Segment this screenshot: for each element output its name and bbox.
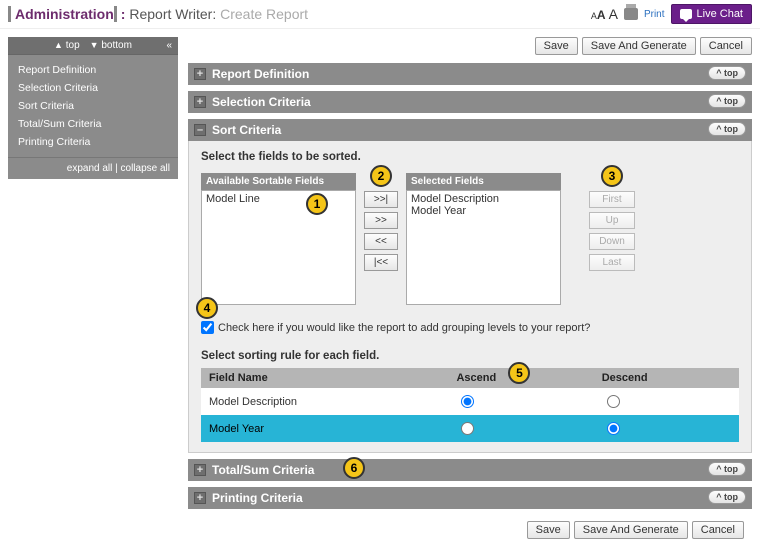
live-chat-button[interactable]: Live Chat [671,4,752,24]
bottom-action-row: Save Save And Generate Cancel [188,515,752,545]
panel-report-definition: + Report Definition ^ top [188,63,752,85]
expand-all-link[interactable]: expand all [67,163,113,174]
sort-rule-table: Field Name Ascend 5 Descend Model Descri… [201,368,739,442]
chat-icon [680,9,692,19]
cell-field-name: Model Year [201,415,448,442]
descend-radio[interactable] [607,395,620,408]
grouping-checkbox[interactable] [201,321,214,334]
save-generate-button[interactable]: Save And Generate [574,521,688,539]
order-last-button[interactable]: Last [589,254,635,271]
panel-title: Report Definition [212,67,309,81]
sort-instruction: Select the fields to be sorted. [201,151,739,163]
sidebar-nav: ▲ top ▼ bottom « Report Definition Selec… [8,37,178,179]
breadcrumb: Administration: Report Writer: Create Re… [8,6,308,22]
list-item[interactable]: Model Line [206,193,351,205]
table-row: Model Year [201,415,739,442]
sidebar-item-total-sum-criteria[interactable]: Total/Sum Criteria [18,115,168,133]
printer-icon[interactable] [624,8,638,20]
top-action-row: Save Save And Generate Cancel [188,37,752,55]
panel-sort-criteria: – Sort Criteria ^ top Select the fields … [188,119,752,453]
move-right-button[interactable]: >> [364,212,398,229]
collapse-sidebar-icon[interactable]: « [166,40,172,51]
move-left-button[interactable]: << [364,233,398,250]
order-up-button[interactable]: Up [589,212,635,229]
sort-rule-heading: Select sorting rule for each field. [201,350,739,362]
panel-total-sum-criteria: + Total/Sum Criteria 6 ^ top [188,459,752,481]
panel-title: Sort Criteria [212,123,281,137]
sidebar-item-sort-criteria[interactable]: Sort Criteria [18,97,168,115]
panel-top-button[interactable]: ^ top [708,66,746,80]
expand-icon[interactable]: + [194,492,206,504]
selected-list-title: Selected Fields [406,173,561,190]
col-ascend: Ascend 5 [448,368,593,388]
tutorial-marker-6: 6 [343,457,365,479]
collapse-icon[interactable]: – [194,124,206,136]
breadcrumb-admin: Administration [8,6,114,22]
available-list-title: Available Sortable Fields [201,173,356,190]
cancel-button[interactable]: Cancel [700,37,752,55]
panel-printing-criteria: + Printing Criteria ^ top [188,487,752,509]
page-header: Administration: Report Writer: Create Re… [0,0,760,29]
move-all-left-button[interactable]: |<< [364,254,398,271]
sidebar-item-report-definition[interactable]: Report Definition [18,61,168,79]
cancel-button[interactable]: Cancel [692,521,744,539]
panel-title: Printing Criteria [212,491,303,505]
panel-title: Selection Criteria [212,95,311,109]
save-button[interactable]: Save [527,521,570,539]
save-generate-button[interactable]: Save And Generate [582,37,696,55]
panel-top-button[interactable]: ^ top [708,490,746,504]
expand-icon[interactable]: + [194,96,206,108]
cell-field-name: Model Description [201,388,448,415]
tutorial-marker-3: 3 [601,165,623,187]
live-chat-label: Live Chat [697,8,743,20]
move-all-right-button[interactable]: >>| [364,191,398,208]
save-button[interactable]: Save [535,37,578,55]
sidebar-top-bar: ▲ top ▼ bottom « [8,37,178,55]
available-fields-list[interactable]: Available Sortable Fields Model Line 1 [201,173,356,305]
list-item[interactable]: Model Year [411,205,556,217]
expand-icon[interactable]: + [194,464,206,476]
order-first-button[interactable]: First [589,191,635,208]
caret-up-icon: ▲ [54,40,63,50]
panel-top-button[interactable]: ^ top [708,122,746,136]
breadcrumb-section[interactable]: Report Writer [129,6,212,22]
ascend-radio[interactable] [461,422,474,435]
expand-icon[interactable]: + [194,68,206,80]
caret-down-icon: ▼ [90,40,99,50]
panel-top-button[interactable]: ^ top [708,94,746,108]
list-item[interactable]: Model Description [411,193,556,205]
print-link[interactable]: Print [644,9,665,20]
panel-title: Total/Sum Criteria [212,463,314,477]
table-row: Model Description [201,388,739,415]
font-medium-icon[interactable]: A [597,8,606,22]
tutorial-marker-2: 2 [370,165,392,187]
breadcrumb-page: Create Report [220,6,308,22]
panel-selection-criteria: + Selection Criteria ^ top [188,91,752,113]
font-size-control[interactable]: AA A [591,6,618,22]
tutorial-marker-5: 5 [508,362,530,384]
sidebar-top-link[interactable]: ▲ top [54,40,80,51]
sidebar-bottom-link[interactable]: ▼ bottom [90,40,132,51]
col-descend: Descend [594,368,739,388]
order-down-button[interactable]: Down [589,233,635,250]
font-large-icon[interactable]: A [609,6,618,22]
col-field-name: Field Name [201,368,448,388]
collapse-all-link[interactable]: collapse all [121,163,170,174]
selected-fields-list[interactable]: Selected Fields Model Description Model … [406,173,561,305]
panel-top-button[interactable]: ^ top [708,462,746,476]
sidebar-item-printing-criteria[interactable]: Printing Criteria [18,133,168,151]
ascend-radio[interactable] [461,395,474,408]
grouping-checkbox-label: Check here if you would like the report … [218,322,590,334]
descend-radio[interactable] [607,422,620,435]
sidebar-item-selection-criteria[interactable]: Selection Criteria [18,79,168,97]
